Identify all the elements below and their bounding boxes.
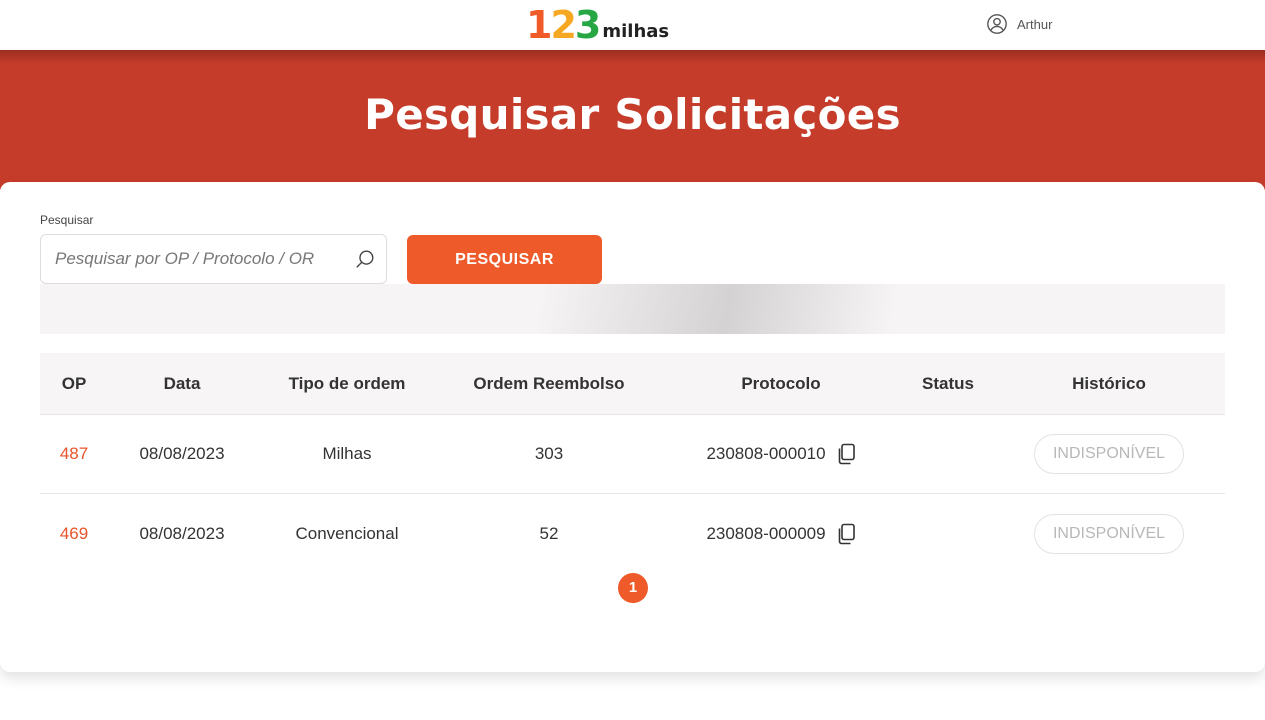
logo-digit-1: 1: [526, 3, 552, 47]
search-input[interactable]: [55, 235, 345, 283]
content-card: Pesquisar PESQUISAR OP Data Tipo de orde…: [0, 182, 1265, 672]
search-icon[interactable]: [354, 248, 376, 270]
page-banner: Pesquisar Solicitações: [0, 50, 1265, 190]
column-header-data[interactable]: Data: [108, 374, 256, 394]
logo-word: milhas: [602, 21, 670, 42]
requests-table: OP Data Tipo de ordem Ordem Reembolso Pr…: [40, 353, 1225, 573]
refund-order-cell: 303: [534, 444, 564, 463]
copy-icon[interactable]: [836, 443, 856, 465]
search-field[interactable]: [40, 234, 387, 284]
date-cell: 08/08/2023: [139, 523, 225, 543]
copy-icon[interactable]: [836, 523, 856, 545]
logo[interactable]: 1 2 3 milhas: [526, 6, 669, 44]
op-link[interactable]: 487: [40, 444, 108, 464]
column-header-op[interactable]: OP: [40, 374, 108, 394]
user-name: Arthur: [1017, 16, 1053, 32]
table-header: OP Data Tipo de ordem Ordem Reembolso Pr…: [40, 353, 1225, 415]
column-header-protocolo[interactable]: Protocolo: [660, 374, 902, 394]
page-title: Pesquisar Solicitações: [364, 90, 901, 139]
user-circle-icon: [987, 14, 1007, 34]
protocol-value: 230808-000009: [706, 523, 826, 543]
search-label: Pesquisar: [40, 213, 94, 227]
column-header-status[interactable]: Status: [902, 374, 994, 394]
order-type-cell: Milhas: [322, 444, 372, 463]
refund-order-cell: 52: [539, 523, 559, 543]
protocol-cell: 230808-000009: [660, 523, 902, 545]
order-type-cell: Convencional: [295, 523, 399, 543]
protocol-cell: 230808-000010: [660, 443, 902, 465]
search-button[interactable]: PESQUISAR: [407, 235, 602, 284]
loading-skeleton: [40, 284, 1225, 334]
column-header-tipo[interactable]: Tipo de ordem: [256, 374, 438, 394]
history-unavailable-badge: INDISPONÍVEL: [1034, 513, 1184, 554]
history-cell: INDISPONÍVEL: [994, 513, 1224, 554]
column-header-reembolso[interactable]: Ordem Reembolso: [438, 374, 660, 394]
table-row: 469 08/08/2023 Convencional 52 230808-00…: [40, 494, 1225, 573]
logo-digit-2: 2: [550, 3, 576, 47]
protocol-value: 230808-000010: [706, 444, 826, 463]
top-bar: 1 2 3 milhas Arthur: [0, 0, 1265, 50]
history-cell: INDISPONÍVEL: [994, 434, 1224, 474]
column-header-historico[interactable]: Histórico: [994, 374, 1224, 394]
date-cell: 08/08/2023: [139, 444, 225, 463]
op-link[interactable]: 469: [40, 524, 108, 544]
table-row: 487 08/08/2023 Milhas 303 230808-000010 …: [40, 415, 1225, 494]
pagination-page-1[interactable]: 1: [618, 573, 648, 603]
user-menu[interactable]: Arthur: [986, 13, 1052, 35]
logo-digit-3: 3: [574, 3, 601, 47]
history-unavailable-badge: INDISPONÍVEL: [1034, 434, 1184, 474]
